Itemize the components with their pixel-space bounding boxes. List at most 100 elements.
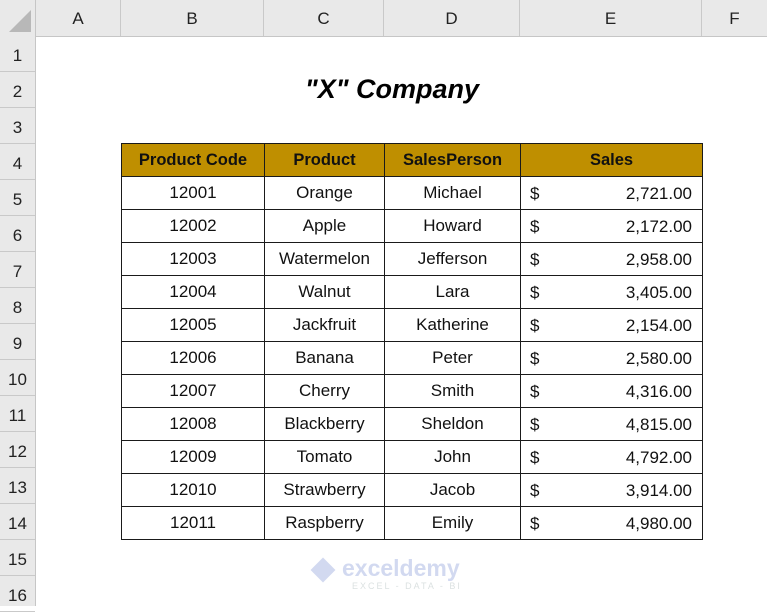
column-header-e[interactable]: E xyxy=(520,0,702,36)
table-row: 12007 Cherry Smith $4,316.00 xyxy=(121,374,703,408)
currency-symbol: $ xyxy=(530,217,540,236)
row-header-1[interactable]: 1 xyxy=(0,36,35,72)
row-header-9[interactable]: 9 xyxy=(0,324,35,360)
header-salesperson[interactable]: SalesPerson xyxy=(384,143,521,177)
currency-symbol: $ xyxy=(530,250,540,269)
column-header-a[interactable]: A xyxy=(36,0,121,36)
cell-sales[interactable]: $4,792.00 xyxy=(520,440,703,474)
sales-amount: 4,792.00 xyxy=(625,448,692,467)
row-header-8[interactable]: 8 xyxy=(0,288,35,324)
cell-sales[interactable]: $2,958.00 xyxy=(520,242,703,276)
sales-amount: 2,172.00 xyxy=(625,217,692,236)
watermark: exceldemy EXCEL - DATA - BI xyxy=(310,555,462,597)
table-row: 12002 Apple Howard $2,172.00 xyxy=(121,209,703,243)
table-row: 12008 Blackberry Sheldon $4,815.00 xyxy=(121,407,703,441)
cell-product[interactable]: Tomato xyxy=(264,440,385,474)
cell-product-code[interactable]: 12001 xyxy=(121,176,265,210)
cell-product[interactable]: Cherry xyxy=(264,374,385,408)
cell-salesperson[interactable]: Emily xyxy=(384,506,521,540)
cell-product[interactable]: Walnut xyxy=(264,275,385,309)
cell-product[interactable]: Jackfruit xyxy=(264,308,385,342)
select-all-triangle-icon xyxy=(9,10,31,32)
sales-amount: 4,980.00 xyxy=(625,514,692,533)
currency-symbol: $ xyxy=(530,448,540,467)
header-sales[interactable]: Sales xyxy=(520,143,703,177)
column-header-c[interactable]: C xyxy=(264,0,384,36)
cell-salesperson[interactable]: Howard xyxy=(384,209,521,243)
table-row: 12009 Tomato John $4,792.00 xyxy=(121,440,703,474)
row-header-16[interactable]: 16 xyxy=(0,576,35,612)
cell-salesperson[interactable]: Sheldon xyxy=(384,407,521,441)
cell-sales[interactable]: $3,914.00 xyxy=(520,473,703,507)
cell-product-code[interactable]: 12002 xyxy=(121,209,265,243)
row-header-5[interactable]: 5 xyxy=(0,180,35,216)
cell-product[interactable]: Blackberry xyxy=(264,407,385,441)
cell-product-code[interactable]: 12004 xyxy=(121,275,265,309)
column-header-f[interactable]: F xyxy=(702,0,767,36)
cell-salesperson[interactable]: Peter xyxy=(384,341,521,375)
cell-product-code[interactable]: 12011 xyxy=(121,506,265,540)
cell-sales[interactable]: $3,405.00 xyxy=(520,275,703,309)
row-header-14[interactable]: 14 xyxy=(0,504,35,540)
cell-sales[interactable]: $2,721.00 xyxy=(520,176,703,210)
sales-amount: 2,721.00 xyxy=(625,184,692,203)
cell-product-code[interactable]: 12003 xyxy=(121,242,265,276)
table-row: 12001 Orange Michael $2,721.00 xyxy=(121,176,703,210)
header-product-code[interactable]: Product Code xyxy=(121,143,265,177)
row-header-11[interactable]: 11 xyxy=(0,396,35,432)
column-header-b[interactable]: B xyxy=(121,0,264,36)
table-row: 12004 Walnut Lara $3,405.00 xyxy=(121,275,703,309)
row-header-12[interactable]: 12 xyxy=(0,432,35,468)
cell-salesperson[interactable]: Jefferson xyxy=(384,242,521,276)
currency-symbol: $ xyxy=(530,349,540,368)
cell-salesperson[interactable]: Lara xyxy=(384,275,521,309)
cell-product[interactable]: Watermelon xyxy=(264,242,385,276)
cell-salesperson[interactable]: Jacob xyxy=(384,473,521,507)
column-header-bar: A B C D E F xyxy=(0,0,767,37)
sales-amount: 2,154.00 xyxy=(625,316,692,335)
select-all-button[interactable] xyxy=(0,0,36,36)
sales-amount: 4,815.00 xyxy=(625,415,692,434)
cell-product[interactable]: Raspberry xyxy=(264,506,385,540)
row-header-6[interactable]: 6 xyxy=(0,216,35,252)
row-header-7[interactable]: 7 xyxy=(0,252,35,288)
cell-product-code[interactable]: 12006 xyxy=(121,341,265,375)
exceldemy-logo-icon xyxy=(310,557,336,583)
row-header-10[interactable]: 10 xyxy=(0,360,35,396)
cell-product[interactable]: Strawberry xyxy=(264,473,385,507)
cell-salesperson[interactable]: Michael xyxy=(384,176,521,210)
table-row: 12011 Raspberry Emily $4,980.00 xyxy=(121,506,703,540)
sales-amount: 3,405.00 xyxy=(625,283,692,302)
cell-product[interactable]: Apple xyxy=(264,209,385,243)
cell-product[interactable]: Orange xyxy=(264,176,385,210)
cell-salesperson[interactable]: Smith xyxy=(384,374,521,408)
cell-sales[interactable]: $2,580.00 xyxy=(520,341,703,375)
row-header-13[interactable]: 13 xyxy=(0,468,35,504)
cell-salesperson[interactable]: John xyxy=(384,440,521,474)
cell-salesperson[interactable]: Katherine xyxy=(384,308,521,342)
cell-product-code[interactable]: 12008 xyxy=(121,407,265,441)
currency-symbol: $ xyxy=(530,283,540,302)
cell-sales[interactable]: $2,172.00 xyxy=(520,209,703,243)
cell-sales[interactable]: $2,154.00 xyxy=(520,308,703,342)
row-header-bar: 1 2 3 4 5 6 7 8 9 10 11 12 13 14 15 16 xyxy=(0,36,36,612)
row-header-2[interactable]: 2 xyxy=(0,72,35,108)
row-header-15[interactable]: 15 xyxy=(0,540,35,576)
header-product[interactable]: Product xyxy=(264,143,385,177)
row-header-4[interactable]: 4 xyxy=(0,144,35,180)
cell-product-code[interactable]: 12005 xyxy=(121,308,265,342)
cell-sales[interactable]: $4,316.00 xyxy=(520,374,703,408)
column-header-d[interactable]: D xyxy=(384,0,520,36)
currency-symbol: $ xyxy=(530,382,540,401)
cell-sales[interactable]: $4,980.00 xyxy=(520,506,703,540)
cell-product[interactable]: Banana xyxy=(264,341,385,375)
cell-product-code[interactable]: 12010 xyxy=(121,473,265,507)
currency-symbol: $ xyxy=(530,514,540,533)
row-header-3[interactable]: 3 xyxy=(0,108,35,144)
cell-product-code[interactable]: 12007 xyxy=(121,374,265,408)
table-row: 12010 Strawberry Jacob $3,914.00 xyxy=(121,473,703,507)
currency-symbol: $ xyxy=(530,481,540,500)
cell-sales[interactable]: $4,815.00 xyxy=(520,407,703,441)
cell-product-code[interactable]: 12009 xyxy=(121,440,265,474)
sheet-title[interactable]: "X" Company xyxy=(264,72,520,108)
